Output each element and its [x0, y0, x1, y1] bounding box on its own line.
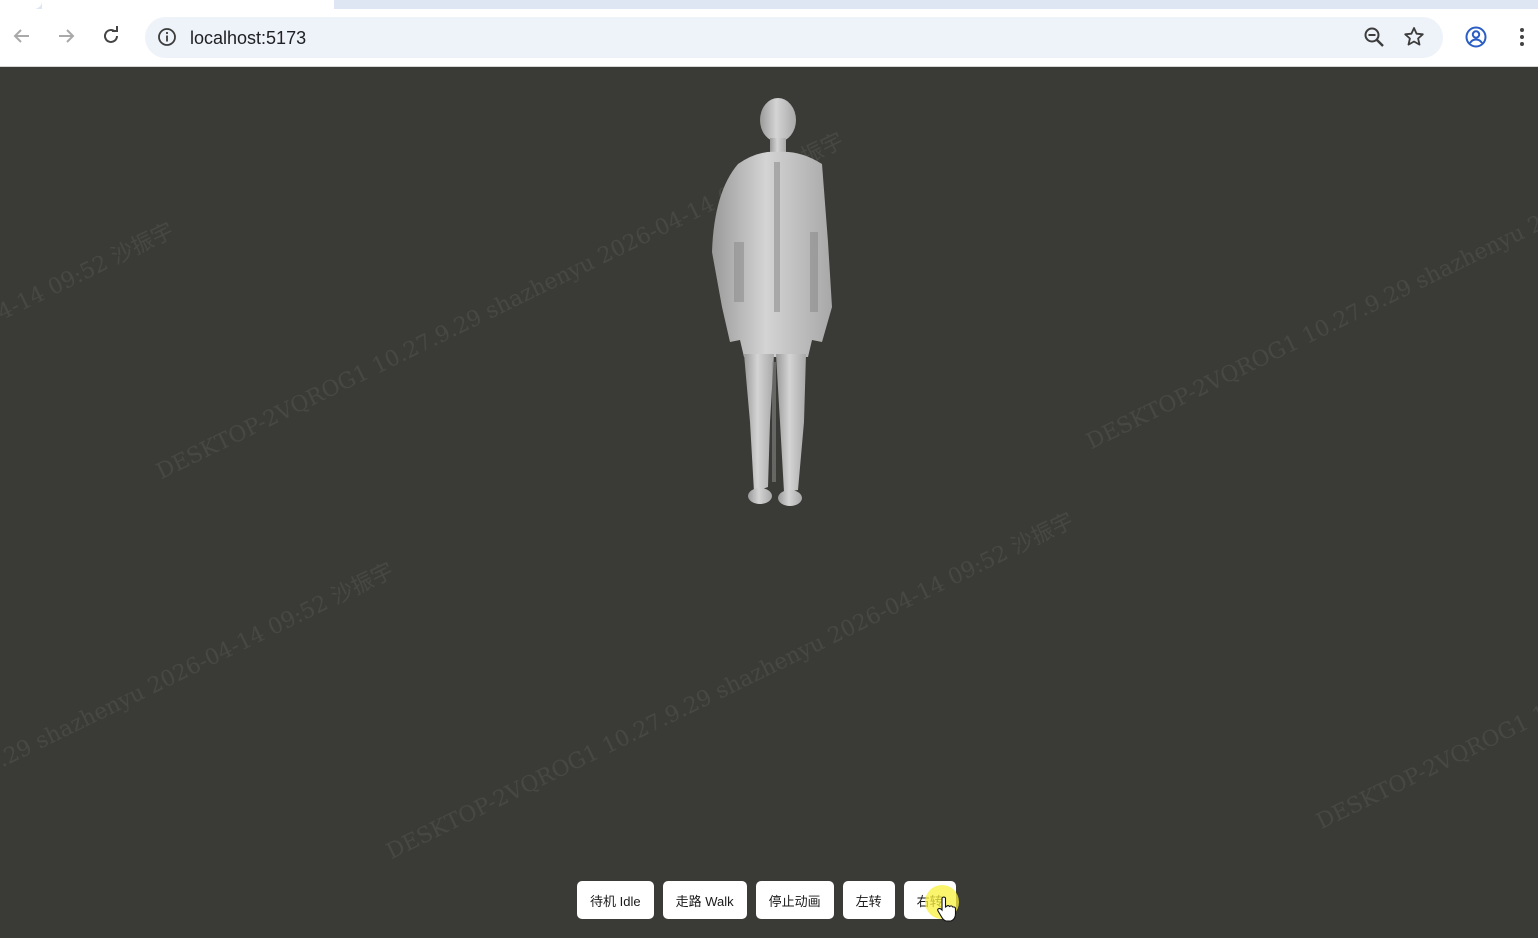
active-tab[interactable]	[0, 0, 42, 9]
info-icon	[158, 28, 176, 46]
arrow-right-icon	[59, 29, 75, 43]
account-icon	[1465, 26, 1487, 48]
watermark-text: DESKTOP-2VQROG1 10.27.9.29 shazhenyu 202…	[1082, 99, 1538, 455]
watermark-text: DESKTOP-2VQROG1 10.27.9.29 shazhenyu 202…	[0, 558, 398, 915]
address-bar[interactable]: localhost:5173	[145, 17, 1443, 58]
zoom-button[interactable]	[1362, 25, 1386, 49]
walk-button[interactable]: 走路 Walk	[662, 881, 747, 919]
profile-button[interactable]	[1464, 25, 1488, 49]
turn-left-button[interactable]: 左转	[842, 881, 895, 919]
kebab-menu-icon	[1520, 28, 1524, 46]
idle-button[interactable]: 待机 Idle	[577, 881, 654, 919]
browser-toolbar: localhost:5173	[0, 9, 1538, 67]
scene-canvas[interactable]: DESKTOP-2VQROG1 10.27.9.29 shazhenyu 202…	[0, 67, 1538, 938]
url-text[interactable]: localhost:5173	[190, 28, 306, 49]
forward-button[interactable]	[53, 23, 79, 49]
reload-button[interactable]	[98, 23, 124, 49]
watermark-text: DESKTOP-2VQROG1 10.27.9.29 shazhenyu 202…	[0, 218, 178, 575]
tab-strip	[0, 0, 1538, 9]
browser-menu-button[interactable]	[1510, 25, 1534, 49]
watermark-text: DESKTOP-2VQROG1 10.27.9.29 shazhenyu 202…	[382, 508, 1078, 865]
back-button[interactable]	[9, 23, 35, 49]
stop-animation-button[interactable]: 停止动画	[755, 881, 834, 919]
arrow-left-icon	[13, 29, 29, 43]
site-info-button[interactable]	[155, 25, 179, 49]
character-model	[712, 98, 832, 506]
watermark-text: DESKTOP-2VQROG1 10.27.9.29 shazhenyu 202…	[1312, 479, 1538, 835]
animation-controls: 待机 Idle 走路 Walk 停止动画 左转 右转	[577, 881, 956, 919]
zoom-out-icon	[1364, 27, 1384, 47]
turn-right-button[interactable]: 右转	[903, 881, 956, 919]
star-icon	[1404, 27, 1424, 46]
bookmark-button[interactable]	[1402, 25, 1426, 49]
reload-icon	[104, 26, 118, 43]
tab-strip-new-area	[42, 0, 334, 9]
